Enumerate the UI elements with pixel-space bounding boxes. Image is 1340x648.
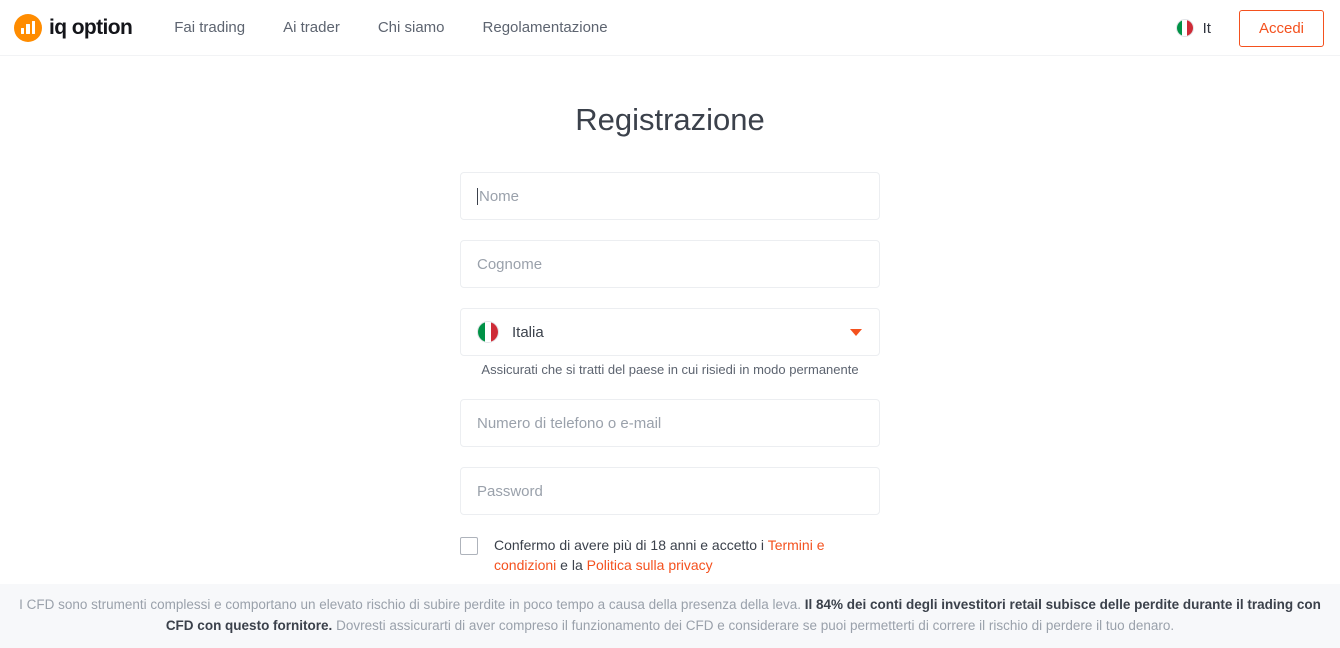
text-caret xyxy=(477,187,478,205)
country-helper-text: Assicurati che si tratti del paese in cu… xyxy=(481,362,859,377)
header-right-actions: It Accedi xyxy=(1175,0,1324,56)
chevron-down-icon[interactable] xyxy=(850,328,862,336)
terms-text-part1: Confermo di avere più di 18 anni e accet… xyxy=(494,537,768,553)
terms-checkbox[interactable] xyxy=(460,537,478,555)
terms-text-part2: e la xyxy=(556,557,587,573)
italy-flag-icon xyxy=(1175,19,1194,37)
logo-text: iq option xyxy=(49,15,133,39)
contact-placeholder: Numero di telefono o e-mail xyxy=(477,414,662,432)
disclaimer-part2: Dovresti assicurarti di aver compreso il… xyxy=(332,618,1175,633)
contact-field[interactable]: Numero di telefono o e-mail xyxy=(460,399,880,447)
language-label: It xyxy=(1202,19,1211,37)
terms-row: Confermo di avere più di 18 anni e accet… xyxy=(460,535,880,575)
page-title: Registrazione xyxy=(575,102,765,137)
logo[interactable]: iq option xyxy=(14,13,133,42)
first-name-placeholder: Nome xyxy=(479,187,520,205)
privacy-policy-link[interactable]: Politica sulla privacy xyxy=(587,557,713,573)
registration-form: Nome Cognome Italia Assicurati che si tr… xyxy=(460,172,880,575)
last-name-field[interactable]: Cognome xyxy=(460,240,880,288)
cfd-risk-disclaimer: I CFD sono strumenti complessi e comport… xyxy=(0,584,1340,648)
disclaimer-part1: I CFD sono strumenti complessi e comport… xyxy=(19,597,805,612)
last-name-placeholder: Cognome xyxy=(477,255,543,273)
first-name-field[interactable]: Nome xyxy=(460,172,880,220)
nav-item-regolamentazione[interactable]: Regolamentazione xyxy=(483,19,608,36)
password-field[interactable]: Password xyxy=(460,467,880,515)
site-header: iq option Fai trading Ai trader Chi siam… xyxy=(0,0,1340,56)
terms-text: Confermo di avere più di 18 anni e accet… xyxy=(494,535,880,575)
country-value: Italia xyxy=(512,323,544,341)
nav-item-fai-trading[interactable]: Fai trading xyxy=(174,19,245,36)
bar-chart-circle-icon xyxy=(14,13,42,42)
login-button[interactable]: Accedi xyxy=(1238,9,1324,47)
password-placeholder: Password xyxy=(477,482,543,500)
registration-main: Registrazione Nome Cognome Italia Assicu… xyxy=(0,56,1340,575)
nav-item-chi-siamo[interactable]: Chi siamo xyxy=(378,19,445,36)
language-selector[interactable]: It xyxy=(1175,19,1211,37)
country-select[interactable]: Italia xyxy=(460,308,880,356)
nav-item-ai-trader[interactable]: Ai trader xyxy=(283,19,340,36)
main-nav: Fai trading Ai trader Chi siamo Regolame… xyxy=(174,19,607,36)
italy-flag-icon xyxy=(477,321,499,343)
